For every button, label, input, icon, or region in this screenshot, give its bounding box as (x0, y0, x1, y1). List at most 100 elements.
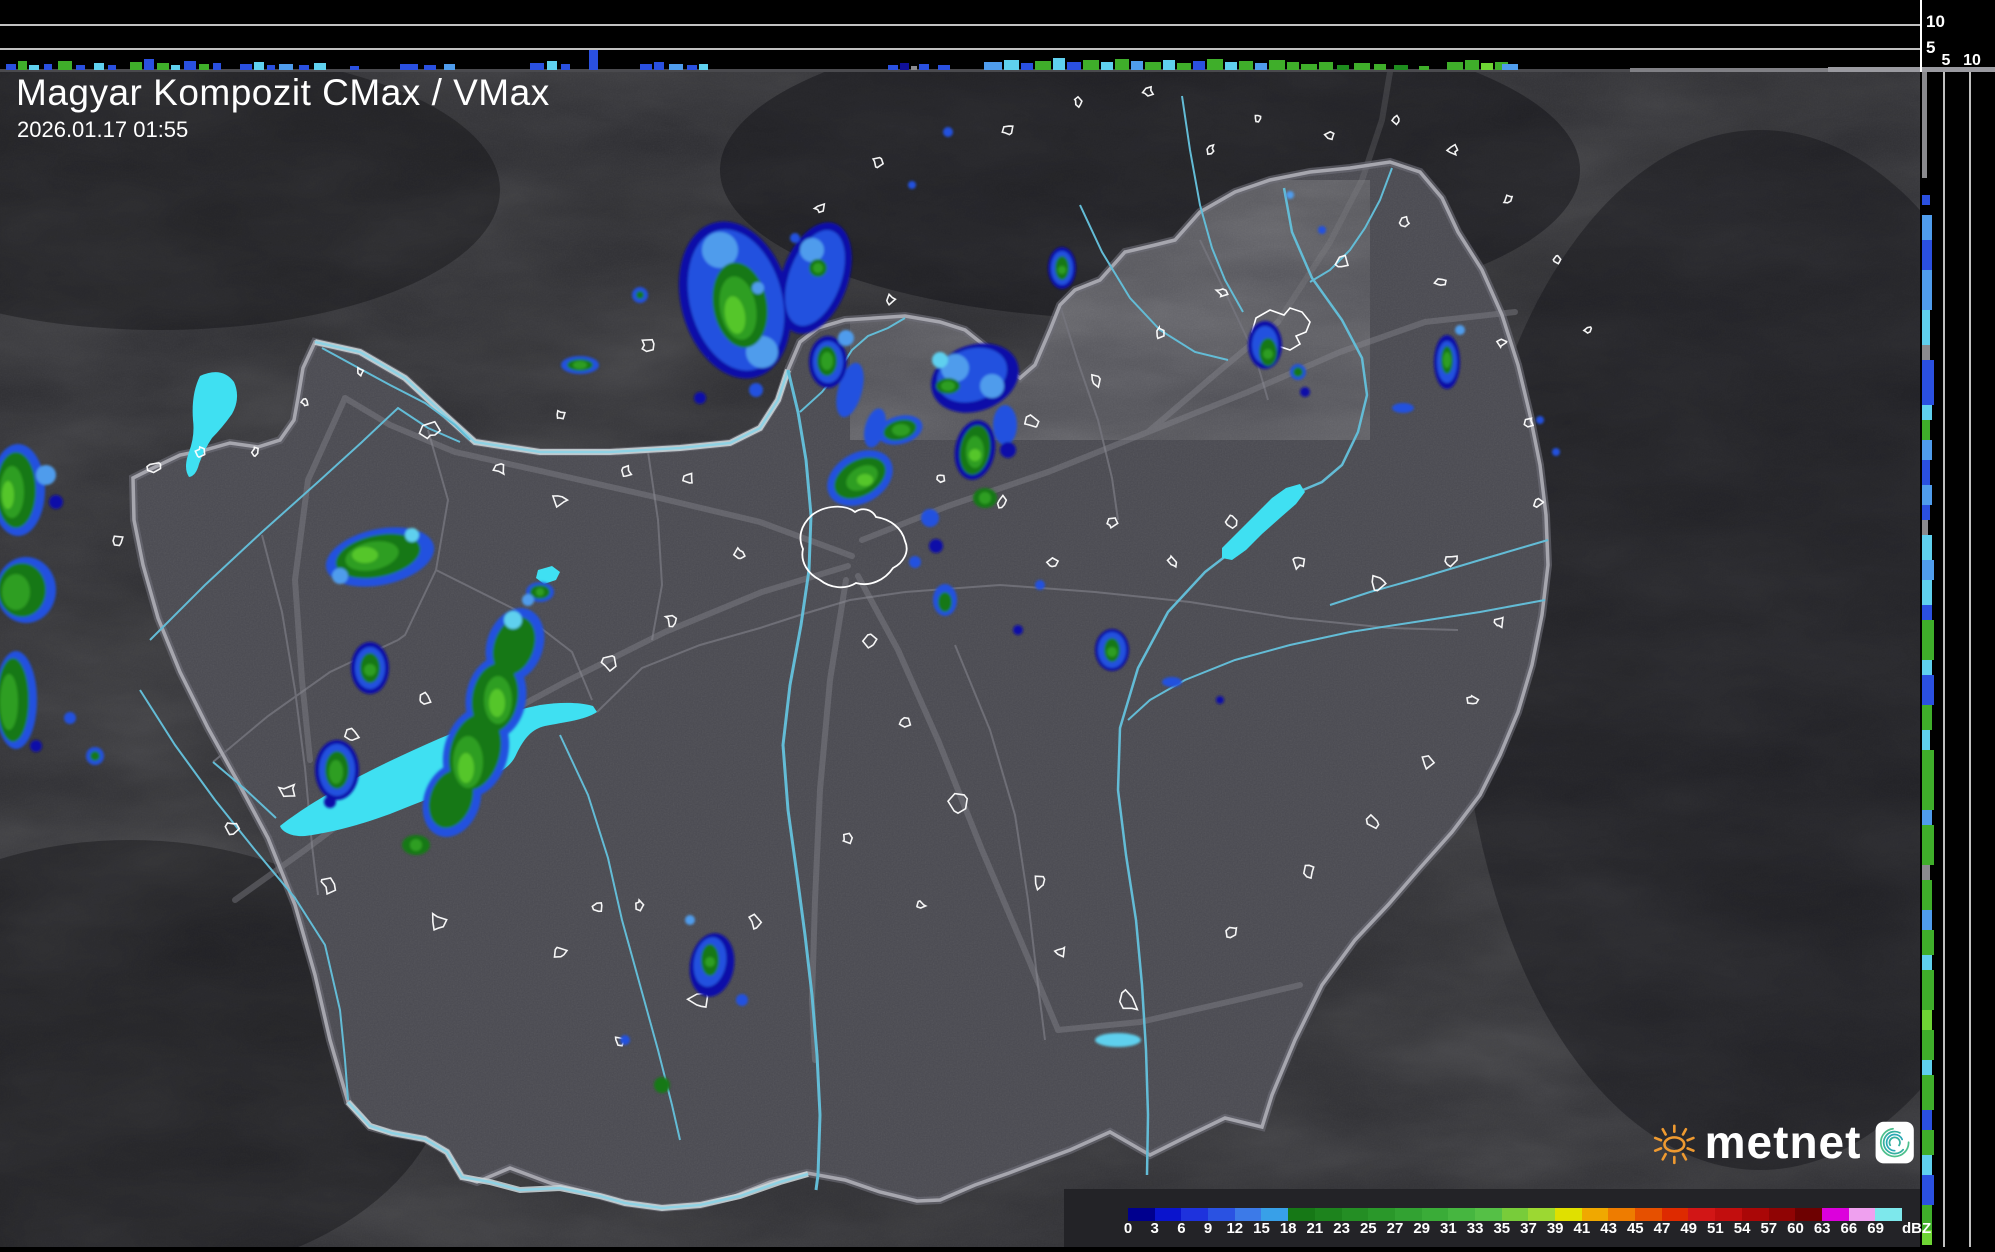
top-profile-block (424, 65, 436, 70)
top-profile-block (984, 62, 1002, 70)
profile-baseline-bright (1828, 67, 1920, 72)
top-profile-block (444, 64, 455, 70)
scale-label: 18 (1279, 1220, 1297, 1237)
top-profile-block (1319, 62, 1333, 70)
right-profile-block (1922, 1130, 1934, 1155)
scale-label: 27 (1386, 1220, 1404, 1237)
top-profile-block (669, 64, 683, 70)
echo-ne-small (1048, 247, 1076, 289)
top-profile-block (213, 63, 221, 70)
top-profile-block (299, 65, 309, 70)
right-profile-block (1922, 750, 1934, 810)
right-profile-block (1922, 930, 1934, 955)
right-profile-block (1922, 535, 1932, 560)
top-profile-block (1083, 60, 1099, 70)
right-profile-block (1922, 605, 1932, 620)
top-profile-block (279, 64, 293, 70)
right-profile-block (1922, 505, 1930, 520)
top-profile-block (1287, 62, 1299, 70)
radar-map: .pB0{fill:#0f0fa8}.pB1{fill:#2451df}.pB2… (0, 20, 1995, 1252)
scale-label: 35 (1493, 1220, 1511, 1237)
top-profile-block (199, 64, 209, 70)
right-profile-block (1922, 1010, 1932, 1030)
scale-label: 57 (1760, 1220, 1778, 1237)
scale-label: 51 (1707, 1220, 1724, 1237)
right-profile-block (1922, 560, 1934, 580)
top-profile-block (687, 65, 697, 70)
timestamp: 2026.01.17 01:55 (17, 117, 189, 142)
right-profile-block (1922, 910, 1932, 930)
echo-small-mid-west (351, 642, 389, 694)
right-profile-block (1922, 345, 1930, 360)
right-profile-block (1922, 405, 1932, 420)
metnet-app-icon (1876, 1121, 1915, 1164)
top-profile-block (44, 64, 52, 70)
top-profile-block (1239, 61, 1253, 70)
top-profile-block (911, 66, 917, 70)
top-profile-block (254, 62, 264, 70)
right-profile-block (1922, 1155, 1932, 1175)
radar-screenshot: { "header": { "title": "Magyar Kompozit … (0, 0, 1995, 1252)
top-profile-block (108, 65, 116, 70)
top-profile-block (561, 64, 570, 70)
right-profile-block (1922, 270, 1932, 310)
right-profile-block (1922, 1175, 1934, 1205)
scale-label: 45 (1626, 1220, 1644, 1237)
top-profile-block (547, 61, 557, 70)
top-profile-block (938, 65, 950, 70)
top-profile-block (654, 62, 664, 70)
vmax-right-profile-panel (1920, 72, 1995, 1247)
top-profile-block (76, 65, 85, 70)
top-profile-block (1163, 60, 1175, 70)
top-profile-block (589, 50, 598, 70)
top-profile-block (1115, 59, 1129, 70)
right-profile-block (1922, 1110, 1932, 1130)
right-profile-block (1922, 72, 1927, 178)
top-profile-block (314, 63, 326, 70)
scale-label: 66 (1840, 1220, 1858, 1237)
scale-label: 31 (1440, 1220, 1457, 1237)
right-profile-block (1922, 1075, 1934, 1110)
scale-label: 9 (1203, 1220, 1213, 1237)
scale-label: 41 (1573, 1220, 1591, 1237)
scale-label: 23 (1333, 1220, 1350, 1237)
scale-label: 47 (1653, 1220, 1671, 1237)
scale-label: 3 (1150, 1220, 1159, 1237)
right-profile-block (1922, 360, 1934, 405)
scale-label: 29 (1413, 1220, 1431, 1237)
vmax-top-profile (0, 24, 1920, 72)
scale-label: 12 (1226, 1220, 1244, 1237)
scale-label: 63 (1813, 1220, 1831, 1237)
right-profile-block (1922, 810, 1932, 825)
scale-unit-label: dBZ (1902, 1220, 1932, 1237)
right-profile-block (1922, 620, 1934, 660)
top-profile-block (1035, 61, 1051, 70)
top-profile-block (6, 64, 16, 70)
right-profile-block (1922, 215, 1932, 240)
right-profile-block (1922, 675, 1934, 705)
top-profile-block (900, 63, 909, 70)
top-profile-block (94, 63, 104, 70)
metnet-logo-text: metnet (1704, 1116, 1862, 1168)
top-profile-block (1374, 64, 1386, 70)
scale-label: 60 (1787, 1220, 1804, 1237)
top-profile-block (58, 61, 72, 70)
scale-label: 54 (1733, 1220, 1751, 1237)
top-profile-block (1207, 59, 1223, 70)
top-axis-label-10: 10 (1926, 12, 1945, 31)
right-profile-block (1922, 520, 1928, 535)
scale-label: 0 (1123, 1220, 1133, 1237)
top-profile-block (267, 65, 275, 70)
vmax-right-profile (1922, 72, 1971, 1247)
top-profile-block (130, 62, 142, 70)
right-profile-block (1922, 660, 1932, 675)
scale-label: 43 (1600, 1220, 1617, 1237)
scale-label: 49 (1680, 1220, 1698, 1237)
right-profile-block (1922, 825, 1934, 865)
top-profile-block (1447, 62, 1463, 70)
right-profile-block (1922, 485, 1932, 505)
top-profile-block (157, 63, 169, 70)
top-profile-block (1177, 63, 1191, 70)
top-profile-block (1021, 63, 1033, 70)
profile-axis-corner: 10 5 5 10 (1920, 0, 1995, 72)
